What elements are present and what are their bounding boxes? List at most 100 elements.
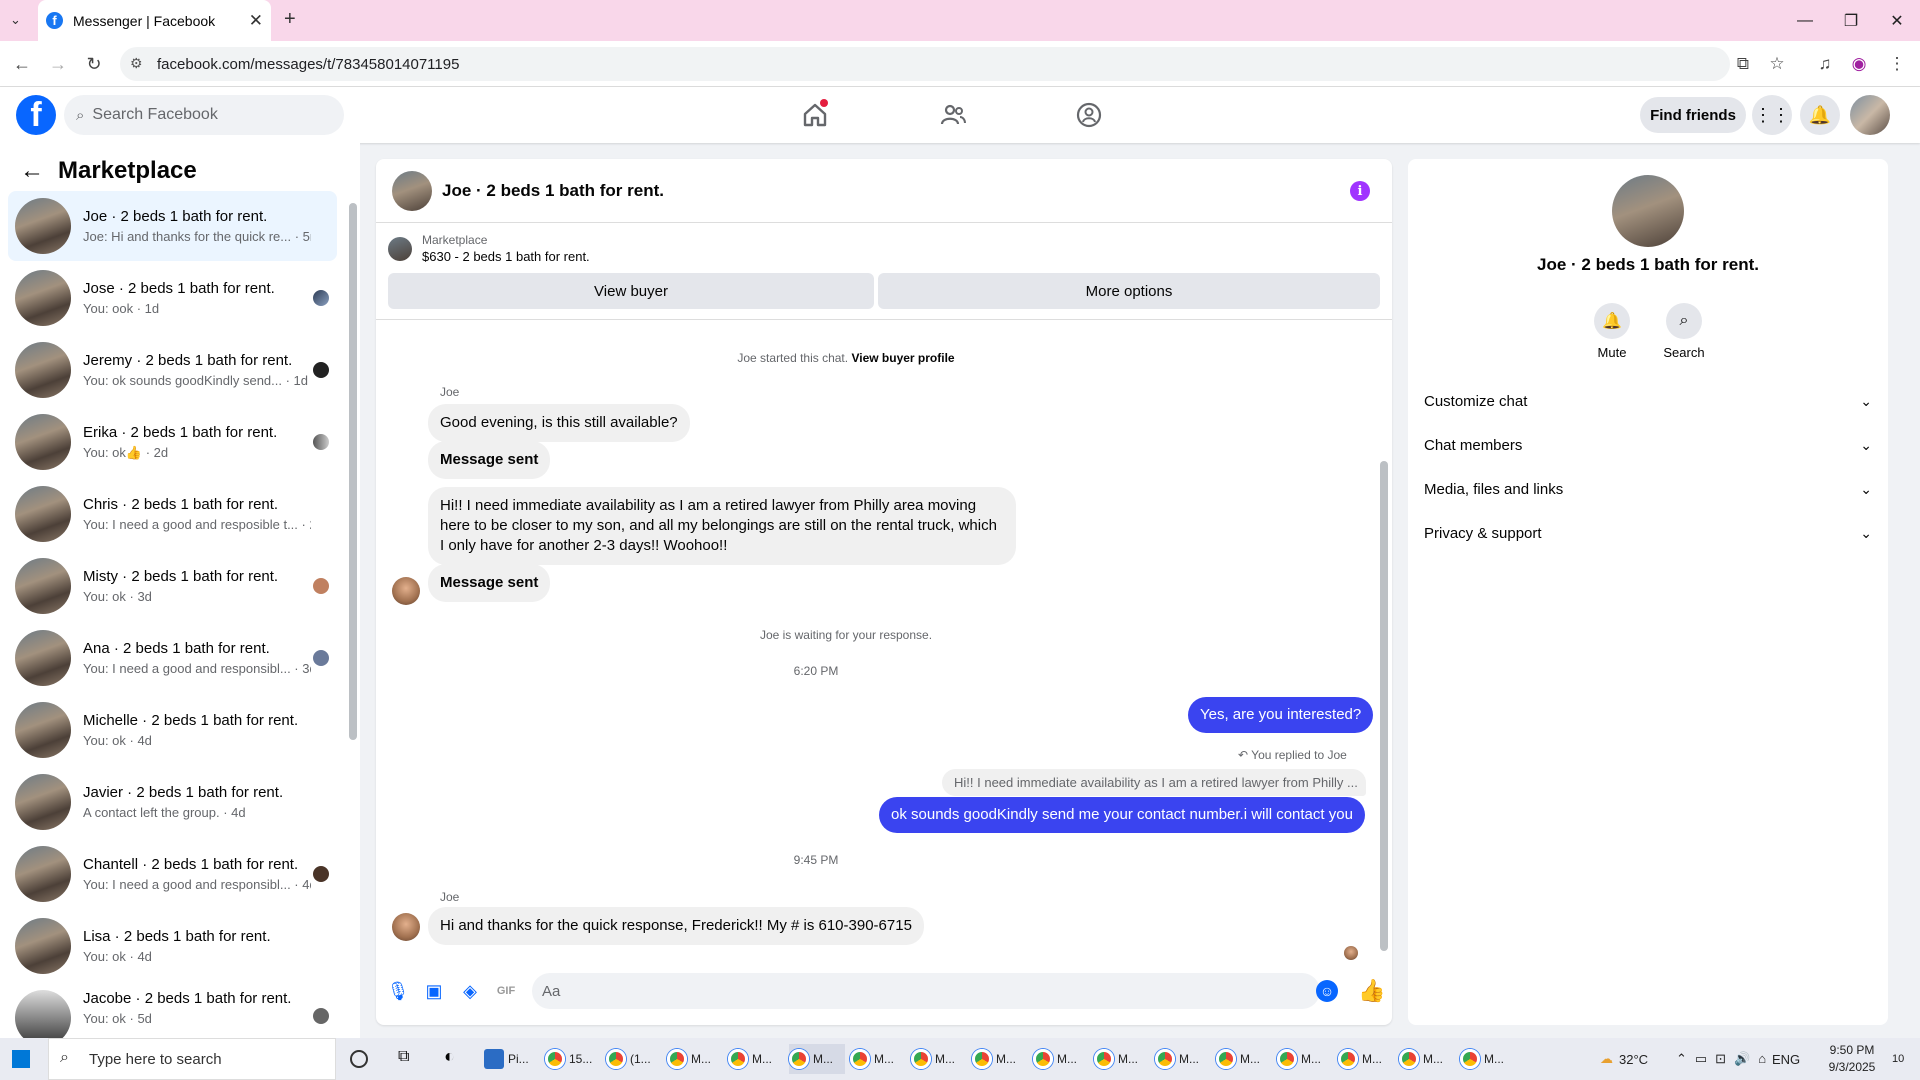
incoming-message[interactable]: Good evening, is this still available? [428, 404, 690, 442]
taskbar-app-button[interactable]: M... [1338, 1044, 1394, 1074]
taskbar-app-button[interactable]: M... [1216, 1044, 1272, 1074]
message-input[interactable]: Aa [532, 973, 1320, 1009]
conversation-item[interactable]: Chantell · 2 beds 1 bath for rent. You: I… [8, 839, 337, 909]
mute-button[interactable]: 🔔 Mute [1572, 303, 1652, 360]
conversation-item[interactable]: Misty · 2 beds 1 bath for rent. You: ok ·… [8, 551, 337, 621]
conversation-item[interactable]: Joe · 2 beds 1 bath for rent. Joe: Hi and… [8, 191, 337, 261]
marketplace-listing[interactable]: Marketplace $630 - 2 beds 1 bath for ren… [388, 233, 590, 264]
url-field[interactable]: facebook.com/messages/t/783458014071195 [120, 47, 1730, 81]
incoming-message[interactable]: Message sent [428, 441, 551, 479]
chat-scrollbar[interactable] [1380, 461, 1388, 951]
taskbar-app-button[interactable]: M... [911, 1044, 967, 1074]
taskbar-app-button[interactable]: M... [1155, 1044, 1211, 1074]
back-icon[interactable]: ← [6, 41, 38, 87]
attach-photo-icon[interactable]: ▣ [420, 977, 448, 1005]
taskbar-search-input[interactable]: Type here to search [48, 1038, 336, 1080]
restore-icon[interactable]: ❐ [1828, 0, 1874, 41]
bookmark-star-icon[interactable]: ☆ [1760, 41, 1794, 87]
search-button[interactable]: ⌕ Search [1644, 303, 1724, 360]
chat-title[interactable]: Joe · 2 beds 1 bath for rent. [442, 181, 664, 201]
privacy-support-item[interactable]: Privacy & support ⌄ [1424, 511, 1872, 555]
taskbar-app-button[interactable]: M... [667, 1044, 723, 1074]
facebook-logo[interactable]: f [16, 95, 56, 135]
media-files-links-item[interactable]: Media, files and links ⌄ [1424, 467, 1872, 511]
taskbar-app-button[interactable]: 15... [545, 1044, 601, 1074]
taskbar-app-button[interactable]: M... [850, 1044, 906, 1074]
menu-grid-icon[interactable]: ⋮⋮ [1752, 95, 1792, 135]
browser-tab[interactable]: f Messenger | Facebook ✕ [38, 0, 271, 41]
outgoing-message[interactable]: Yes, are you interested? [1188, 697, 1374, 733]
conversation-list-scrollbar[interactable] [349, 203, 357, 740]
like-thumb-icon[interactable]: 👍 [1358, 978, 1385, 1004]
taskbar-clock[interactable]: 9:50 PM 9/3/2025 [1816, 1042, 1888, 1076]
chat-avatar[interactable] [392, 170, 432, 211]
conversation-item[interactable]: Lisa · 2 beds 1 bath for rent. You: ok · … [8, 911, 337, 981]
task-view-icon[interactable]: ⧉ [398, 1048, 409, 1066]
conversation-item[interactable]: Michelle · 2 beds 1 bath for rent. You: o… [8, 695, 337, 765]
taskbar-app-button[interactable]: M... [1094, 1044, 1150, 1074]
info-icon[interactable]: i [1350, 181, 1370, 201]
nav-home[interactable] [760, 93, 870, 137]
conversation-item[interactable]: Jacobe · 2 beds 1 bath for rent. You: ok … [8, 983, 337, 1038]
customize-chat-item[interactable]: Customize chat ⌄ [1424, 379, 1872, 423]
facebook-search-input[interactable]: ⌕ Search Facebook [64, 95, 344, 135]
tab-list-icon[interactable]: ⌄ [10, 12, 21, 28]
tab-close-icon[interactable]: ✕ [249, 11, 263, 31]
windows-start-icon[interactable] [12, 1050, 30, 1068]
more-options-button[interactable]: More options [878, 273, 1380, 309]
close-window-icon[interactable]: ✕ [1874, 0, 1920, 41]
view-buyer-button[interactable]: View buyer [388, 273, 874, 309]
minimize-icon[interactable]: — [1782, 0, 1828, 41]
cortana-icon[interactable] [350, 1050, 368, 1068]
quoted-message[interactable]: Hi!! I need immediate availability as I … [942, 769, 1366, 796]
site-info-icon[interactable]: ⚙ [130, 55, 143, 72]
chrome-icon [1094, 1049, 1114, 1069]
incoming-message[interactable]: Hi!! I need immediate availability as I … [428, 487, 1016, 565]
system-tray-icons[interactable]: ⌃▭⊡🔊⌂ [1676, 1038, 1774, 1080]
weather-widget[interactable]: ☁ 32°C [1600, 1038, 1648, 1080]
taskbar-app-button[interactable]: (1... [606, 1044, 662, 1074]
conversation-item[interactable]: Ana · 2 beds 1 bath for rent. You: I need… [8, 623, 337, 693]
conversation-item[interactable]: Javier · 2 beds 1 bath for rent. A contac… [8, 767, 337, 837]
account-avatar[interactable] [1850, 95, 1890, 135]
install-app-icon[interactable]: ⧉ [1726, 41, 1760, 87]
incoming-message[interactable]: Message sent [428, 564, 551, 602]
taskbar-app-button[interactable]: M... [1277, 1044, 1333, 1074]
view-buyer-profile-link[interactable]: View buyer profile [851, 351, 954, 365]
taskbar-app-button[interactable]: M... [1460, 1044, 1516, 1074]
profile-icon[interactable]: ◉ [1842, 41, 1876, 87]
taskbar-app-button[interactable]: M... [1399, 1044, 1455, 1074]
chrome-icon [728, 1049, 748, 1069]
notifications-bell-icon[interactable]: 🔔 [1800, 95, 1840, 135]
forward-icon[interactable]: → [42, 41, 74, 87]
taskbar-app-button[interactable]: M... [789, 1044, 845, 1074]
chat-members-item[interactable]: Chat members ⌄ [1424, 423, 1872, 467]
taskbar-app-button[interactable]: M... [1033, 1044, 1089, 1074]
taskbar-app-button[interactable]: M... [728, 1044, 784, 1074]
conversation-item[interactable]: Jose · 2 beds 1 bath for rent. You: ook ·… [8, 263, 337, 333]
pinned-app-icon[interactable]: ◐ [444, 1046, 455, 1067]
conversation-item[interactable]: Erika · 2 beds 1 bath for rent. You: ok👍 … [8, 407, 337, 477]
conversation-snippet: You: ok · 4d [83, 733, 152, 748]
browser-menu-icon[interactable]: ⋮ [1880, 41, 1914, 87]
new-tab-button[interactable]: + [284, 8, 296, 31]
sticker-icon[interactable]: ◈ [456, 977, 484, 1005]
conversation-item[interactable]: Jeremy · 2 beds 1 bath for rent. You: ok … [8, 335, 337, 405]
taskbar-app-button[interactable]: M... [972, 1044, 1028, 1074]
nav-friends[interactable] [898, 93, 1008, 137]
outgoing-message[interactable]: ok sounds goodKindly send me your contac… [879, 797, 1365, 833]
conversation-item[interactable]: Chris · 2 beds 1 bath for rent. You: I ne… [8, 479, 337, 549]
find-friends-button[interactable]: Find friends [1640, 97, 1746, 133]
reload-icon[interactable]: ↻ [78, 41, 110, 87]
back-arrow-icon[interactable]: ← [20, 157, 44, 185]
emoji-icon[interactable]: ☺ [1316, 980, 1338, 1002]
taskbar-app-button[interactable]: Pi... [484, 1044, 540, 1074]
language-indicator[interactable]: ENG [1772, 1038, 1800, 1080]
nav-groups[interactable] [1034, 93, 1144, 137]
gif-icon[interactable]: GIF [492, 977, 520, 1005]
notification-center-icon[interactable]: 10 [1892, 1038, 1904, 1080]
media-control-icon[interactable]: ♫ [1808, 41, 1842, 87]
microphone-icon[interactable]: 🎙 [384, 977, 412, 1005]
profile-avatar[interactable] [1612, 175, 1684, 247]
incoming-message[interactable]: Hi and thanks for the quick response, Fr… [428, 907, 924, 945]
